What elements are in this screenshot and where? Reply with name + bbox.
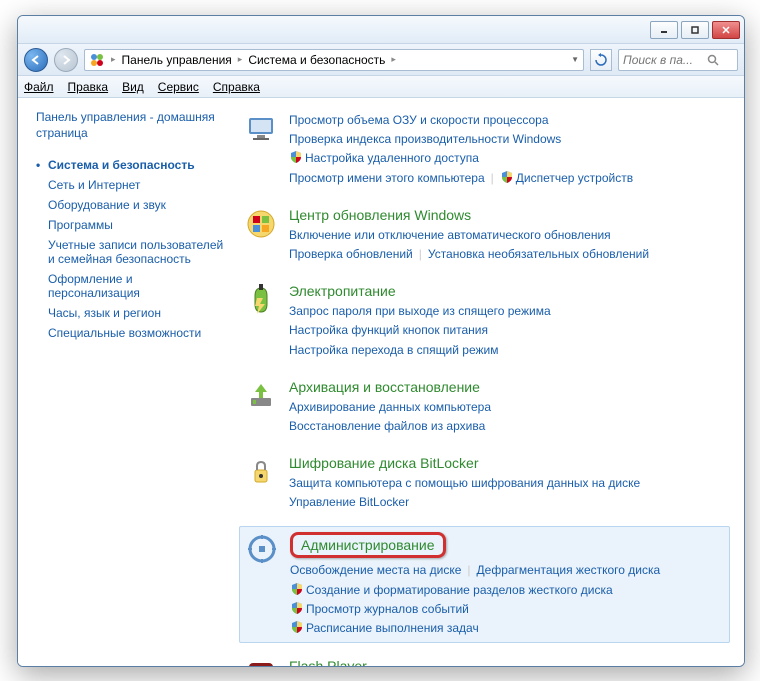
task-link[interactable]: Просмотр журналов событий [306, 602, 469, 616]
menu-view[interactable]: Вид [122, 80, 144, 94]
section-flash-player: Flash Player [239, 653, 730, 666]
refresh-button[interactable] [590, 49, 612, 71]
sidebar-item-accounts[interactable]: Учетные записи пользователей и семейная … [36, 235, 225, 269]
nav-forward-button[interactable] [54, 48, 78, 72]
uac-shield-icon [290, 620, 304, 634]
minimize-button[interactable] [650, 21, 678, 39]
search-icon [707, 54, 719, 66]
task-link[interactable]: Проверка обновлений [289, 247, 413, 261]
task-link[interactable]: Настройка перехода в спящий режим [289, 343, 498, 357]
backup-links: Архивирование данных компьютера Восстанов… [289, 398, 726, 436]
menu-file[interactable]: Файл [24, 80, 54, 94]
task-link[interactable]: Диспетчер устройств [516, 171, 633, 185]
uac-shield-icon [290, 601, 304, 615]
address-dropdown[interactable]: ▼ [571, 55, 579, 64]
sidebar-item-accessibility[interactable]: Специальные возможности [36, 323, 225, 343]
title-bar [18, 16, 744, 44]
task-link[interactable]: Дефрагментация жесткого диска [477, 563, 661, 577]
power-icon [245, 284, 277, 316]
heading-bitlocker[interactable]: Шифрование диска BitLocker [289, 455, 479, 471]
menu-edit[interactable]: Правка [68, 80, 109, 94]
orphan-links: Просмотр объема ОЗУ и скорости процессор… [289, 111, 726, 188]
close-button[interactable] [712, 21, 740, 39]
task-link[interactable]: Запрос пароля при выходе из спящего режи… [289, 304, 551, 318]
heading-power[interactable]: Электропитание [289, 283, 396, 299]
sidebar: Панель управления - домашняя страница Си… [18, 98, 233, 666]
task-link[interactable]: Восстановление файлов из архива [289, 419, 485, 433]
sidebar-home-link[interactable]: Панель управления - домашняя страница [36, 110, 225, 141]
address-bar[interactable]: ▸ Панель управления ▸ Система и безопасн… [84, 49, 584, 71]
menu-bar: Файл Правка Вид Сервис Справка [18, 76, 744, 98]
breadcrumb-system-security[interactable]: Система и безопасность [248, 53, 385, 67]
power-links: Запрос пароля при выходе из спящего режи… [289, 302, 726, 360]
windows-update-icon [245, 208, 277, 240]
task-link[interactable]: Защита компьютера с помощью шифрования д… [289, 476, 640, 490]
maximize-button[interactable] [681, 21, 709, 39]
sidebar-item-network[interactable]: Сеть и Интернет [36, 175, 225, 195]
section-system-orphan: Просмотр объема ОЗУ и скорости процессор… [239, 106, 730, 192]
uac-shield-icon [500, 170, 514, 184]
sidebar-item-appearance[interactable]: Оформление и персонализация [36, 269, 225, 303]
task-link[interactable]: Проверка индекса производительности Wind… [289, 132, 561, 146]
bitlocker-icon [245, 456, 277, 488]
content-area: Просмотр объема ОЗУ и скорости процессор… [233, 98, 744, 666]
heading-windows-update[interactable]: Центр обновления Windows [289, 207, 471, 223]
menu-service[interactable]: Сервис [158, 80, 199, 94]
task-link[interactable]: Просмотр объема ОЗУ и скорости процессор… [289, 113, 549, 127]
task-link[interactable]: Управление BitLocker [289, 495, 409, 509]
address-row: ▸ Панель управления ▸ Система и безопасн… [18, 44, 744, 76]
task-link[interactable]: Установка необязательных обновлений [428, 247, 649, 261]
control-panel-window: ▸ Панель управления ▸ Система и безопасн… [17, 15, 745, 667]
control-panel-icon [89, 52, 105, 68]
nav-back-button[interactable] [24, 48, 48, 72]
task-link[interactable]: Освобождение места на диске [290, 563, 461, 577]
search-box[interactable] [618, 49, 738, 71]
admin-tools-icon [246, 533, 278, 565]
breadcrumb-control-panel[interactable]: Панель управления [122, 53, 232, 67]
section-bitlocker: Шифрование диска BitLocker Защита компью… [239, 450, 730, 516]
task-link[interactable]: Архивирование данных компьютера [289, 400, 491, 414]
task-link[interactable]: Просмотр имени этого компьютера [289, 171, 485, 185]
menu-help[interactable]: Справка [213, 80, 260, 94]
sidebar-item-hardware[interactable]: Оборудование и звук [36, 195, 225, 215]
uac-shield-icon [289, 150, 303, 164]
task-link[interactable]: Настройка удаленного доступа [305, 151, 479, 165]
update-links: Включение или отключение автоматического… [289, 226, 726, 264]
flash-icon [245, 659, 277, 666]
computer-icon [245, 112, 277, 144]
heading-backup[interactable]: Архивация и восстановление [289, 379, 480, 395]
section-windows-update: Центр обновления Windows Включение или о… [239, 202, 730, 268]
section-power: Электропитание Запрос пароля при выходе … [239, 278, 730, 364]
backup-icon [245, 380, 277, 412]
task-link[interactable]: Расписание выполнения задач [306, 621, 479, 635]
uac-shield-icon [290, 582, 304, 596]
admin-links: Освобождение места на диске|Дефрагментац… [290, 561, 725, 638]
sidebar-item-clock[interactable]: Часы, язык и регион [36, 303, 225, 323]
sidebar-item-system-security[interactable]: Система и безопасность [36, 155, 225, 175]
heading-flash[interactable]: Flash Player [289, 658, 367, 666]
section-backup: Архивация и восстановление Архивирование… [239, 374, 730, 440]
task-link[interactable]: Настройка функций кнопок питания [289, 323, 488, 337]
section-administration: Администрирование Освобождение места на … [239, 526, 730, 643]
task-link[interactable]: Включение или отключение автоматического… [289, 228, 611, 242]
search-input[interactable] [623, 53, 703, 67]
bitlocker-links: Защита компьютера с помощью шифрования д… [289, 474, 726, 512]
heading-administration[interactable]: Администрирование [290, 532, 446, 558]
sidebar-item-programs[interactable]: Программы [36, 215, 225, 235]
task-link[interactable]: Создание и форматирование разделов жестк… [306, 583, 613, 597]
